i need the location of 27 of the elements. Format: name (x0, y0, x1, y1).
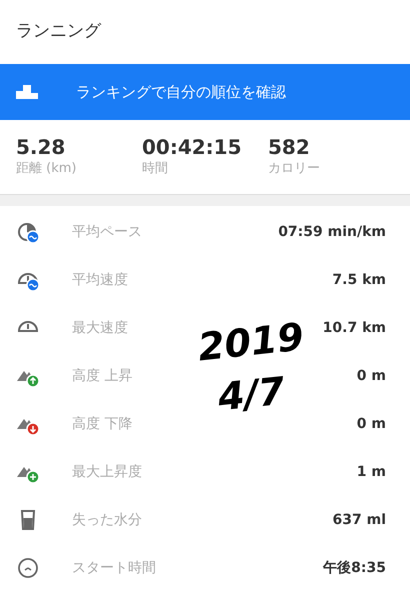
stat-value: 0 m (356, 414, 387, 434)
stat-label: スタート時間 (72, 558, 157, 578)
summary-value: 5.28 (16, 135, 66, 160)
screen-title: ランニング (16, 20, 101, 44)
pace-gauge-icon (16, 220, 40, 244)
stat-value: 1 m (356, 462, 387, 482)
stat-value: 7.5 km (332, 270, 387, 290)
summary-label: 距離 (km) (16, 160, 78, 178)
banner-text: ランキングで自分の順位を確認 (76, 82, 286, 103)
stat-label: 平均速度 (72, 270, 129, 290)
stat-label: 平均ペース (72, 222, 143, 242)
clock-icon (16, 556, 40, 580)
stat-value: 07:59 min/km (278, 222, 387, 242)
summary-label: 時間 (142, 160, 169, 178)
summary-value: 00:42:15 (142, 135, 242, 160)
summary-label: カロリー (268, 160, 321, 178)
stat-label: 最大上昇度 (72, 462, 143, 482)
stat-value: 0 m (356, 366, 387, 386)
podium-icon (16, 85, 38, 99)
stat-value: 10.7 km (322, 318, 387, 338)
ranking-banner[interactable]: ランキングで自分の順位を確認 (0, 64, 410, 120)
stat-label: 失った水分 (72, 510, 143, 530)
stat-label: 高度 上昇 (72, 366, 134, 386)
stat-value: 午後8:35 (323, 558, 387, 578)
stat-label: 高度 下降 (72, 414, 134, 434)
stat-value: 637 ml (332, 510, 387, 530)
summary-value: 582 (268, 135, 311, 160)
